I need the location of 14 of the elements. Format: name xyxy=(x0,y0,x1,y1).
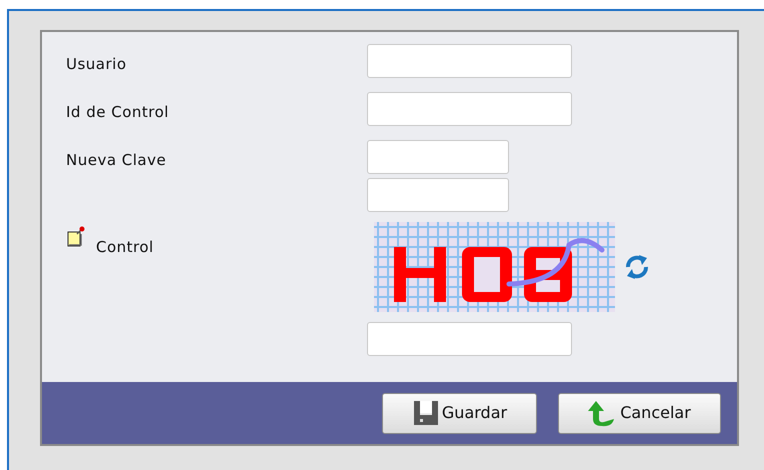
input-field[interactable] xyxy=(367,322,572,356)
input-field[interactable] xyxy=(367,178,509,212)
input-field[interactable] xyxy=(367,140,509,174)
dialog-button[interactable]: Cancelar xyxy=(558,392,721,434)
input-field[interactable] xyxy=(367,44,572,78)
field-label: Id de Control xyxy=(66,102,169,123)
field-label: Control xyxy=(96,237,154,258)
field-label: Nueva Clave xyxy=(66,150,166,171)
field-label: Usuario xyxy=(66,54,127,75)
refresh-icon[interactable] xyxy=(625,254,649,280)
input-field[interactable] xyxy=(367,92,572,126)
floppy-disk-icon xyxy=(412,399,440,427)
note-icon xyxy=(66,226,86,248)
dialog-button[interactable]: Guardar xyxy=(382,392,537,434)
